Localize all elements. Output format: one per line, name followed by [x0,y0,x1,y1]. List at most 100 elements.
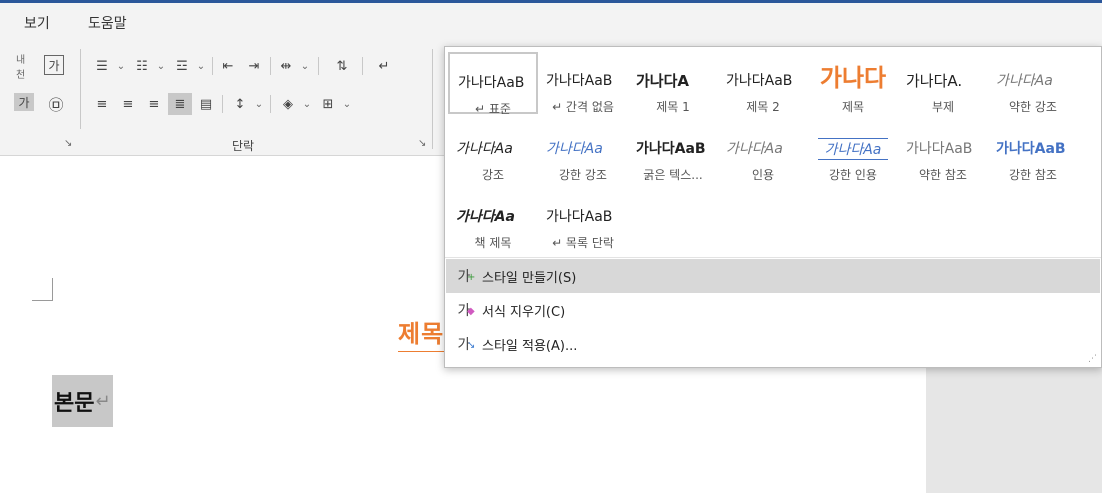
ribbon-separator [362,57,363,75]
style-name: 강한 강조 [559,168,607,182]
enclose-characters-icon[interactable]: ㉤ [44,93,68,115]
style-preview: 가나다AaB [726,73,793,89]
gallery-divider [445,257,1101,258]
style-name: 굵은 텍스... [643,168,703,182]
style-intense-emphasis[interactable]: 가나다Aa 강한 강조 [538,120,628,182]
align-right-icon[interactable]: ≡ [142,93,166,115]
style-name: 책 제목 [474,236,512,250]
clear-formatting-icon: 가 ◆ [457,303,475,319]
style-preview: 가나다Aa [456,209,515,225]
style-name: 강한 인용 [829,168,877,182]
line-spacing-icon[interactable]: ↕ [228,93,252,115]
justify-icon[interactable]: ≣ [168,93,192,115]
show-formatting-marks-icon[interactable]: ↵ [372,55,396,77]
style-name: ↵ 간격 없음 [552,100,614,114]
font-dialog-launcher-icon[interactable]: ↘ [64,138,76,150]
style-preview: 가나다AaB [996,141,1066,157]
style-preview: 가나다AaB [636,141,706,157]
style-name: 약한 참조 [919,168,967,182]
style-intense-quote[interactable]: 가나다Aa 강한 인용 [808,120,898,182]
ribbon-separator [80,49,81,129]
shading-bucket-icon[interactable]: ◈ [276,93,300,115]
margin-corner-mark [32,300,52,301]
style-no-spacing[interactable]: 가나다AaB ↵ 간격 없음 [538,52,628,114]
style-quote[interactable]: 가나다Aa 인용 [718,120,808,182]
style-preview: 가나다AaB [906,141,973,157]
ribbon-separator [270,95,271,113]
style-subtitle[interactable]: 가나다A. 부제 [898,52,988,114]
heading-underline [398,351,448,352]
align-left-icon[interactable]: ≡ [90,93,114,115]
style-preview: 가나다Aa [726,141,783,157]
apply-styles-label: 스타일 적용(A)... [482,338,578,354]
menu-view[interactable]: 보기 [24,13,50,33]
clear-formatting-command[interactable]: 가 ◆ 서식 지우기(C) [446,293,1100,327]
paragraph-mark: ↵ [95,390,111,412]
shading-dropdown-icon[interactable]: ⌄ [300,93,314,115]
style-name: 인용 [751,168,775,182]
style-name: ↵ 목록 단락 [552,236,614,250]
style-strong[interactable]: 가나다AaB 굵은 텍스... [628,120,718,182]
style-name: 강조 [481,168,505,182]
character-shading-icon[interactable]: 가 [14,93,34,111]
style-preview: 가나다A. [906,72,963,90]
bullets-dropdown-icon[interactable]: ⌄ [114,55,128,77]
document-heading[interactable]: 제목 [398,314,444,349]
style-subtle-reference[interactable]: 가나다AaB 약한 참조 [898,120,988,182]
phonetic-guide-icon[interactable]: 내천 [16,55,30,81]
character-border-icon[interactable]: 가 [44,55,64,75]
multilevel-dropdown-icon[interactable]: ⌄ [194,55,208,77]
document-body-text[interactable]: 본문 [54,385,94,417]
style-heading-2[interactable]: 가나다AaB 제목 2 [718,52,808,114]
style-normal[interactable]: 가나다AaB ↵ 표준 [448,52,538,116]
sort-icon[interactable]: ⇅ [330,55,354,77]
asian-layout-icon[interactable]: ⇹ [274,55,298,77]
style-name: 제목 1 [656,100,690,114]
style-name: 부제 [931,100,955,114]
styles-gallery-dropdown: 가나다AaB ↵ 표준 가나다AaB ↵ 간격 없음 가나다A 제목 1 가나다… [444,46,1102,368]
style-intense-reference[interactable]: 가나다AaB 강한 참조 [988,120,1078,182]
decrease-indent-icon[interactable]: ⇤ [216,55,240,77]
distributed-icon[interactable]: ▤ [194,93,218,115]
multilevel-list-icon[interactable]: ☲ [170,55,194,77]
ribbon-separator [212,57,213,75]
style-preview: 가나다AaB [546,73,613,89]
style-preview: 가나다Aa [996,73,1053,89]
asian-layout-dropdown-icon[interactable]: ⌄ [298,55,312,77]
style-preview: 가나다Aa [818,138,888,160]
style-name: 제목 2 [746,100,780,114]
create-style-icon: 가 + [457,269,476,285]
borders-icon[interactable]: ⊞ [316,93,340,115]
style-subtle-emphasis[interactable]: 가나다Aa 약한 강조 [988,52,1078,114]
style-name: ↵ 표준 [475,102,511,116]
paragraph-group-label: 단락 [232,139,255,153]
style-list-paragraph[interactable]: 가나다AaB ↵ 목록 단락 [538,188,628,250]
borders-dropdown-icon[interactable]: ⌄ [340,93,354,115]
line-spacing-dropdown-icon[interactable]: ⌄ [252,93,266,115]
style-emphasis[interactable]: 가나다Aa 강조 [448,120,538,182]
style-heading-1[interactable]: 가나다A 제목 1 [628,52,718,114]
style-name: 강한 참조 [1009,168,1057,182]
ribbon-separator [432,49,433,149]
ribbon-separator [222,95,223,113]
resize-grip-icon[interactable]: ⋰ [1088,354,1097,364]
style-preview: 가나다Aa [546,141,603,157]
style-preview: 가나다 [819,64,887,92]
apply-styles-command[interactable]: 가 ↘ 스타일 적용(A)... [446,327,1100,361]
align-center-icon[interactable]: ≡ [116,93,140,115]
numbering-dropdown-icon[interactable]: ⌄ [154,55,168,77]
apply-styles-icon: 가 ↘ [457,337,476,353]
create-style-command[interactable]: 가 + 스타일 만들기(S) [446,259,1100,293]
numbering-icon[interactable]: ☷ [130,55,154,77]
style-book-title[interactable]: 가나다Aa 책 제목 [448,188,538,250]
style-title[interactable]: 가나다 제목 [808,52,898,114]
ribbon-separator [270,57,271,75]
increase-indent-icon[interactable]: ⇥ [242,55,266,77]
paragraph-dialog-launcher-icon[interactable]: ↘ [418,138,430,150]
menu-help[interactable]: 도움말 [88,13,127,33]
document-body-selection[interactable]: 본문 ↵ [52,375,113,427]
margin-corner-mark [52,278,53,301]
style-preview: 가나다AaB [458,75,525,91]
bullets-icon[interactable]: ☰ [90,55,114,77]
menu-bar: 보기 도움말 [0,3,1102,41]
